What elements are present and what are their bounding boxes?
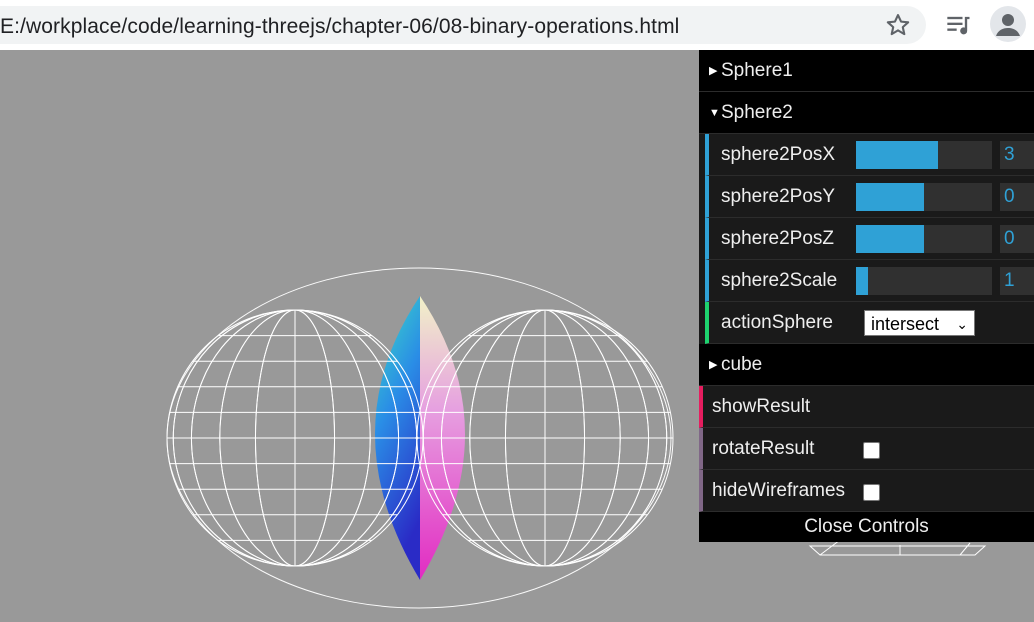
browser-toolbar: E:/workplace/code/learning-threejs/chapt… xyxy=(0,0,1034,50)
media-queue-icon[interactable] xyxy=(945,11,973,39)
hidewireframes-label: hideWireframes xyxy=(712,479,846,501)
sphere2posz-label: sphere2PosZ xyxy=(721,227,835,249)
control-showresult[interactable]: showResult xyxy=(699,386,1034,428)
profile-avatar[interactable] xyxy=(990,6,1026,42)
sphere2posx-slider[interactable] xyxy=(856,141,992,169)
person-icon xyxy=(996,14,1020,36)
sphere2posx-label: sphere2PosX xyxy=(721,143,836,165)
dat-gui-panel: ▶ Sphere1 ▼ Sphere2 sphere2PosX 3 sphere… xyxy=(699,50,1034,542)
control-hidewireframes: hideWireframes xyxy=(699,470,1034,512)
close-controls-button[interactable]: Close Controls xyxy=(699,512,1034,542)
cube-wireframe xyxy=(808,539,987,556)
sphere2posy-input[interactable]: 0 xyxy=(1000,183,1034,211)
sphere2posz-input[interactable]: 0 xyxy=(1000,225,1034,253)
folder-sphere2-label: Sphere2 xyxy=(721,101,793,123)
folder-cube[interactable]: ▶ cube xyxy=(699,344,1034,386)
control-rotateresult: rotateResult xyxy=(699,428,1034,470)
control-sphere2scale: sphere2Scale 1 xyxy=(705,260,1034,302)
actionsphere-select[interactable]: intersect ⌄ xyxy=(864,310,975,336)
rotateresult-label: rotateResult xyxy=(712,437,815,459)
control-sphere2posx: sphere2PosX 3 xyxy=(705,134,1034,176)
folder-sphere1-label: Sphere1 xyxy=(721,59,793,81)
folder-sphere1[interactable]: ▶ Sphere1 xyxy=(699,50,1034,92)
sphere2posy-label: sphere2PosY xyxy=(721,185,836,207)
control-sphere2posy: sphere2PosY 0 xyxy=(705,176,1034,218)
sphere2posx-input[interactable]: 3 xyxy=(1000,141,1034,169)
address-bar[interactable]: E:/workplace/code/learning-threejs/chapt… xyxy=(0,6,926,44)
sphere2posz-slider[interactable] xyxy=(856,225,992,253)
actionsphere-label: actionSphere xyxy=(721,311,833,333)
rotateresult-checkbox[interactable] xyxy=(863,442,880,459)
hidewireframes-checkbox[interactable] xyxy=(863,484,880,501)
control-sphere2posz: sphere2PosZ 0 xyxy=(705,218,1034,260)
bookmark-star-icon[interactable] xyxy=(884,11,912,39)
showresult-label: showResult xyxy=(712,395,811,417)
expanded-triangle-icon: ▼ xyxy=(709,106,720,119)
sphere2scale-label: sphere2Scale xyxy=(721,269,838,291)
sphere2scale-slider[interactable] xyxy=(856,267,992,295)
sphere2posy-slider[interactable] xyxy=(856,183,992,211)
sphere2scale-input[interactable]: 1 xyxy=(1000,267,1034,295)
folder-cube-label: cube xyxy=(721,353,763,375)
collapsed-triangle-icon: ▶ xyxy=(709,65,718,77)
folder-sphere2[interactable]: ▼ Sphere2 xyxy=(699,92,1034,134)
chevron-down-icon: ⌄ xyxy=(956,316,968,332)
url-text[interactable]: E:/workplace/code/learning-threejs/chapt… xyxy=(0,15,679,39)
collapsed-triangle-icon: ▶ xyxy=(709,359,718,371)
control-actionsphere: actionSphere intersect ⌄ xyxy=(705,302,1034,344)
actionsphere-selected: intersect xyxy=(871,314,940,334)
